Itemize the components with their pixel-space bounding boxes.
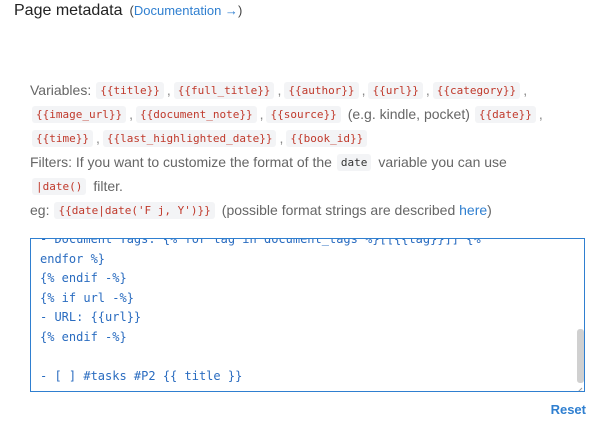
source-note: (e.g. kindle, pocket) xyxy=(347,106,470,122)
code-line: - URL: {{url}} xyxy=(40,310,142,324)
variable-chip: {{source}} xyxy=(266,105,341,123)
filters-text-2: variable you can use xyxy=(378,154,507,170)
filter-code-row: |date() filter. xyxy=(30,174,590,198)
variable-chip: {{image_url}} xyxy=(32,105,127,123)
code-line: {% endif -%} xyxy=(40,271,127,285)
variable-chip: {{url}} xyxy=(368,81,423,99)
filter-code-chip: |date() xyxy=(32,177,87,195)
variable-chip: {{category}} xyxy=(432,81,521,99)
filters-row: Filters: If you want to customize the fo… xyxy=(30,150,590,174)
variable-chip: {{title}} xyxy=(96,81,164,99)
variables-row-1: Variables: {{title}}, {{full_title}}, {{… xyxy=(30,81,528,99)
variable-chip: {{date}} xyxy=(474,105,536,123)
example-row: eg: {{date|date('F j, Y')}} (possible fo… xyxy=(30,198,590,222)
example-code-chip: {{date|date('F j, Y')}} xyxy=(54,201,215,219)
variable-chip: {{book_id}} xyxy=(286,129,368,147)
editor-scrollbar[interactable] xyxy=(575,239,584,391)
documentation-link[interactable]: Documentation → xyxy=(134,3,238,18)
code-line: {% endif -%} xyxy=(40,329,127,344)
format-strings-link[interactable]: here xyxy=(459,202,487,218)
filter-word: filter. xyxy=(93,178,123,194)
code-line: ​ xyxy=(40,347,570,367)
variable-chip: {{time}} xyxy=(32,129,93,147)
template-editor[interactable]: - Document Tags: {% for tag in document_… xyxy=(30,238,585,392)
example-label: eg: xyxy=(30,202,50,218)
code-line: - Document Tags: {% for tag in document_… xyxy=(40,238,481,246)
documentation-link-wrapper: (Documentation →) xyxy=(130,3,243,18)
resize-handle-icon[interactable] xyxy=(575,382,583,391)
variable-chip: {{document_note}} xyxy=(135,105,257,123)
variable-chip: {{last_highlighted_date}} xyxy=(102,129,277,147)
paren-close: ) xyxy=(237,3,243,18)
example-close: ) xyxy=(487,202,492,218)
reset-button[interactable]: Reset xyxy=(551,402,586,417)
code-line: - [ ] #tasks #P2 {{ title }} xyxy=(40,368,243,383)
filter-variable-chip: date xyxy=(336,153,372,171)
filters-text: Filters: If you want to customize the fo… xyxy=(30,154,332,170)
scrollbar-thumb[interactable] xyxy=(577,329,584,383)
code-line: {% if url -%} xyxy=(40,290,134,305)
variable-chip: {{full_title}} xyxy=(173,81,275,99)
variable-chip: {{author}} xyxy=(284,81,359,99)
template-code[interactable]: - Document Tags: {% for tag in document_… xyxy=(40,238,570,386)
help-text: Variables: {{title}}, {{full_title}}, {{… xyxy=(30,78,590,222)
code-line: endfor %} xyxy=(40,251,106,266)
variables-row-3: {{time}}, {{last_highlighted_date}}, {{b… xyxy=(30,126,590,150)
example-text: (possible format strings are described xyxy=(221,202,456,218)
page-metadata-title: Page metadata xyxy=(14,2,123,19)
variables-label: Variables: xyxy=(30,82,92,98)
variables-row-2: {{image_url}}, {{document_note}}, {{sour… xyxy=(30,102,590,126)
section-header: Page metadata (Documentation →) xyxy=(14,2,242,20)
